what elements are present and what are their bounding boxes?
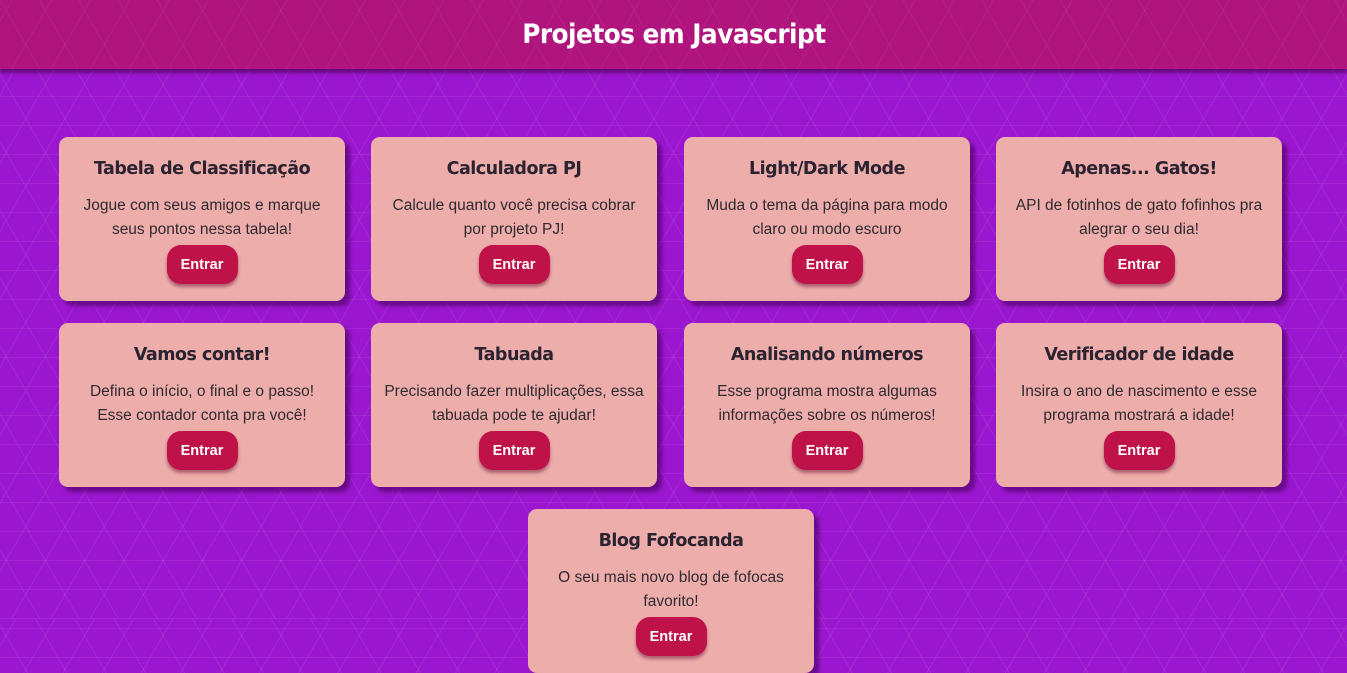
project-card-tabela: Tabela de Classificação Jogue com seus a… (59, 137, 345, 301)
card-description: Defina o início, o final e o passo! Esse… (89, 383, 315, 424)
enter-button-tabela[interactable]: Entrar (166, 245, 238, 284)
card-title: Tabela de Classificação (93, 159, 311, 179)
enter-button-gatos[interactable]: Entrar (1103, 245, 1175, 284)
card-title: Light/Dark Mode (749, 159, 905, 179)
enter-button-calculadora[interactable]: Entrar (478, 245, 550, 284)
project-card-calculadora: Calculadora PJ Calcule quanto você preci… (371, 137, 657, 301)
enter-button-idade[interactable]: Entrar (1103, 431, 1175, 470)
card-title: Apenas... Gatos! (1061, 159, 1217, 179)
project-card-light-dark: Light/Dark Mode Muda o tema da página pa… (684, 137, 970, 301)
card-description: Esse programa mostra algumas informações… (717, 383, 937, 424)
card-description: Jogue com seus amigos e marque seus pont… (83, 197, 321, 238)
page-header: Projetos em Javascript (0, 0, 1347, 69)
card-description: API de fotinhos de gato fofinhos pra ale… (1015, 197, 1263, 238)
card-description: Calcule quanto você precisa cobrar por p… (392, 197, 636, 238)
page-title: Projetos em Javascript (521, 19, 826, 50)
project-card-numeros: Analisando números Esse programa mostra … (684, 323, 970, 487)
card-title: Analisando números (730, 345, 924, 365)
card-title: Calculadora PJ (446, 159, 582, 179)
enter-button-tabuada[interactable]: Entrar (478, 431, 550, 470)
enter-button-numeros[interactable]: Entrar (791, 431, 863, 470)
project-card-blog: Blog Fofocanda O seu mais novo blog de f… (528, 509, 814, 673)
project-card-tabuada: Tabuada Precisando fazer multiplicações,… (371, 323, 657, 487)
enter-button-blog[interactable]: Entrar (635, 617, 707, 656)
card-description: O seu mais novo blog de fofocas favorito… (558, 569, 784, 610)
project-card-idade: Verificador de idade Insira o ano de nas… (996, 323, 1282, 487)
project-card-contar: Vamos contar! Defina o início, o final e… (59, 323, 345, 487)
card-description: Precisando fazer multiplicações, essa ta… (384, 383, 644, 424)
card-description: Muda o tema da página para modo claro ou… (706, 197, 948, 238)
card-description: Insira o ano de nascimento e esse progra… (1020, 383, 1258, 424)
card-title: Tabuada (474, 345, 554, 365)
card-title: Verificador de idade (1044, 345, 1234, 365)
enter-button-contar[interactable]: Entrar (166, 431, 238, 470)
project-card-gatos: Apenas... Gatos! API de fotinhos de gato… (996, 137, 1282, 301)
enter-button-light-dark[interactable]: Entrar (791, 245, 863, 284)
card-title: Vamos contar! (133, 345, 271, 365)
card-title: Blog Fofocanda (598, 531, 744, 551)
